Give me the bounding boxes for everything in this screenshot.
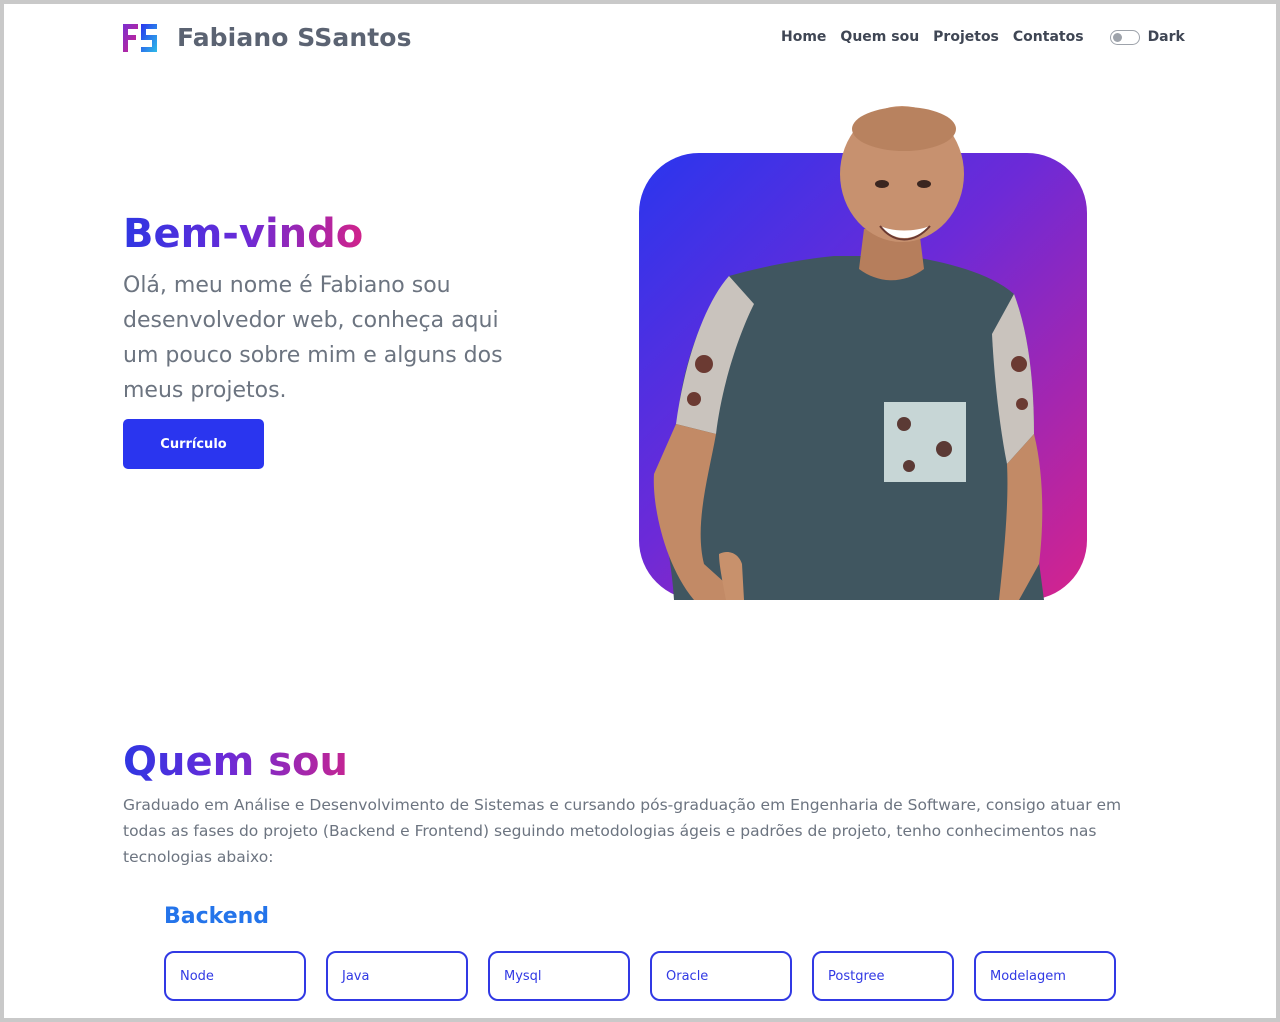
dark-mode-label: Dark <box>1147 29 1185 45</box>
toggle-switch[interactable] <box>1109 29 1140 45</box>
profile-photo-background <box>639 153 1087 600</box>
toggle-knob <box>1112 32 1122 42</box>
backend-skills: Node Java Mysql Oracle Postgree Modelage… <box>164 951 1136 1001</box>
navbar: Fabiano SSantos Home Quem sou Projetos C… <box>4 4 1276 80</box>
skill-node: Node <box>164 951 306 1001</box>
dark-mode-toggle[interactable]: Dark <box>1109 29 1185 45</box>
skill-java: Java <box>326 951 468 1001</box>
backend-title: Backend <box>164 904 270 929</box>
skill-oracle: Oracle <box>650 951 792 1001</box>
brand-name: Fabiano SSantos <box>177 23 412 52</box>
nav-link-quem-sou[interactable]: Quem sou <box>840 29 919 45</box>
hero-text: Olá, meu nome é Fabiano sou desenvolvedo… <box>123 273 503 403</box>
skill-postgree: Postgree <box>812 951 954 1001</box>
skill-modelagem: Modelagem <box>974 951 1116 1001</box>
skill-mysql: Mysql <box>488 951 630 1001</box>
fs-logo-icon <box>123 23 157 52</box>
hero-title: Bem-vindo <box>123 211 364 257</box>
about-text: Graduado em Análise e Desenvolvimento de… <box>123 796 1122 866</box>
nav-link-home[interactable]: Home <box>781 29 826 45</box>
nav-links: Home Quem sou Projetos Contatos Dark <box>781 29 1185 45</box>
nav-link-contatos[interactable]: Contatos <box>1013 29 1084 45</box>
nav-link-projetos[interactable]: Projetos <box>933 29 999 45</box>
brand[interactable]: Fabiano SSantos <box>123 23 412 52</box>
curriculo-button[interactable]: Currículo <box>123 419 264 469</box>
page: Fabiano SSantos Home Quem sou Projetos C… <box>4 4 1276 1018</box>
about-title: Quem sou <box>123 739 348 785</box>
